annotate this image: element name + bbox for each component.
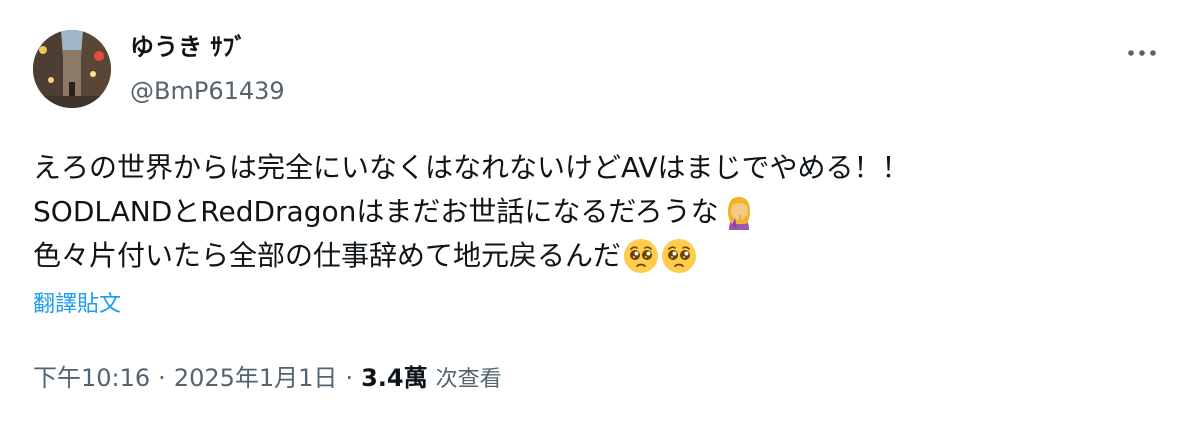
post-time[interactable]: 下午10:16 <box>33 362 150 394</box>
avatar-image <box>33 30 111 108</box>
tweet-line: SODLANDとRedDragonはまだお世話になるだろうな <box>33 190 1153 234</box>
meta-separator: · <box>158 364 166 392</box>
views-label: 次查看 <box>435 367 502 392</box>
post-date[interactable]: 2025年1月1日 <box>174 362 338 394</box>
woman-facepalming-icon <box>721 194 757 230</box>
avatar[interactable] <box>33 30 111 108</box>
tweet-card: ゆうき ｻﾌﾞ @BmP61439 えろの世界からは完全にいなくはなれないけどA… <box>0 0 1190 430</box>
author-display-name[interactable]: ゆうき ｻﾌﾞ <box>130 32 246 62</box>
meta-separator: · <box>345 364 354 392</box>
tweet-text: えろの世界からは完全にいなくはなれないけどAVはまじでやめる！！ SODLAND… <box>33 146 1153 278</box>
views-count[interactable]: 3.4萬 <box>361 362 428 394</box>
tweet-line-text: えろの世界からは完全にいなくはなれないけどAVはまじでやめる！！ <box>33 151 910 184</box>
more-options-icon <box>1128 50 1156 56</box>
author-handle[interactable]: @BmP61439 <box>130 76 285 106</box>
pleading-face-icon <box>661 238 697 274</box>
tweet-metadata: 下午10:16 · 2025年1月1日 · 3.4萬 次查看 <box>33 362 502 396</box>
tweet-line-text: 色々片付いたら全部の仕事辞めて地元戻るんだ <box>33 239 622 272</box>
pleading-face-icon <box>623 238 659 274</box>
translate-post-link[interactable]: 翻譯貼文 <box>33 290 121 320</box>
more-options-button[interactable] <box>1124 38 1160 68</box>
tweet-line-text: SODLANDとRedDragonはまだお世話になるだろうな <box>33 195 719 228</box>
tweet-line: えろの世界からは完全にいなくはなれないけどAVはまじでやめる！！ <box>33 146 1153 190</box>
tweet-line: 色々片付いたら全部の仕事辞めて地元戻るんだ <box>33 234 1153 278</box>
